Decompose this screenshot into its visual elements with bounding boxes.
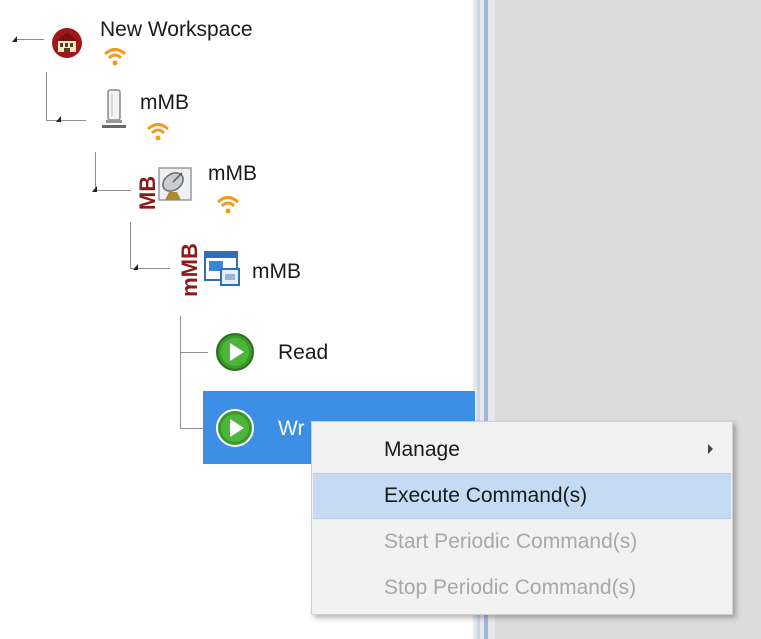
tree-node-label: mMB <box>252 260 301 283</box>
protocol-badge: mMB <box>177 243 202 297</box>
play-icon <box>216 409 254 447</box>
submenu-arrow-icon <box>708 444 713 454</box>
tree-node-label: New Workspace <box>100 18 253 41</box>
expand-toggle-device[interactable] <box>56 116 61 122</box>
menu-item-stop-periodic[interactable]: Stop Periodic Command(s) <box>313 566 731 610</box>
expand-toggle-unit[interactable] <box>133 264 138 270</box>
expand-toggle-channel[interactable] <box>92 186 97 192</box>
satellite-dish-icon <box>158 167 192 201</box>
tree-node-label: Wr <box>278 417 305 440</box>
tree-node-label: mMB <box>208 162 257 185</box>
wifi-icon <box>103 48 127 66</box>
menu-item-label: Execute Command(s) <box>384 484 588 507</box>
device-icon <box>102 89 126 128</box>
menu-item-label: Stop Periodic Command(s) <box>384 576 637 599</box>
tree-connector <box>95 152 96 190</box>
context-menu: Manage Execute Command(s) Start Periodic… <box>311 421 733 615</box>
wifi-icon <box>216 196 240 214</box>
wifi-icon <box>146 123 170 141</box>
tree-connector <box>46 120 86 121</box>
tree-connector <box>180 316 181 428</box>
menu-item-manage[interactable]: Manage <box>313 428 731 472</box>
menu-item-execute-commands[interactable]: Execute Command(s) <box>313 473 731 519</box>
menu-item-label: Start Periodic Command(s) <box>384 530 638 553</box>
tree-node-label: mMB <box>140 91 189 114</box>
menu-item-start-periodic[interactable]: Start Periodic Command(s) <box>313 520 731 564</box>
workspace-icon <box>52 28 82 58</box>
tree-connector <box>14 39 44 40</box>
menu-item-label: Manage <box>384 438 460 461</box>
expand-toggle-workspace[interactable] <box>12 36 17 42</box>
tree-connector <box>46 72 47 120</box>
window-icon <box>204 251 240 286</box>
tree-connector <box>130 222 131 268</box>
tree-node-label: Read <box>278 341 329 364</box>
tree-connector <box>95 190 131 191</box>
play-icon <box>216 333 254 371</box>
tree-connector <box>180 352 208 353</box>
